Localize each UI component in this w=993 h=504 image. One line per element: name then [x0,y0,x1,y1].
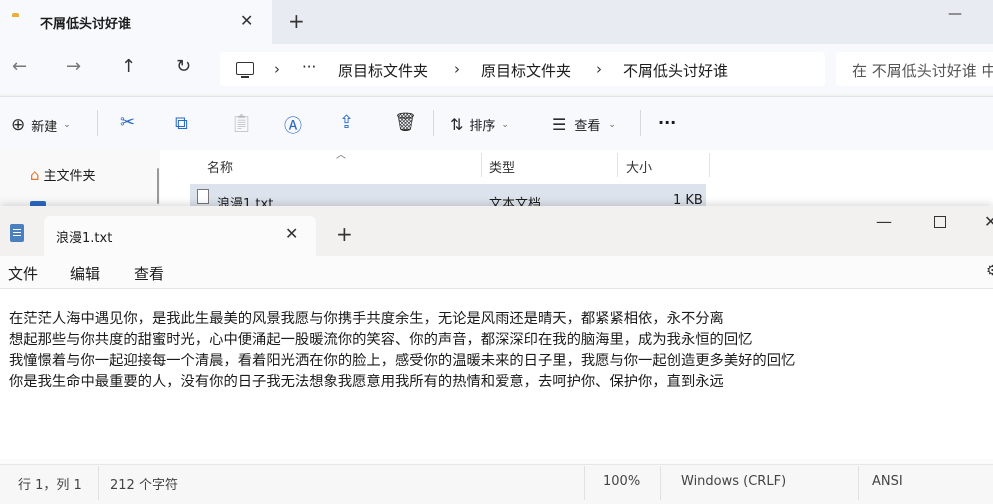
toolbar-divider [97,110,98,136]
column-divider[interactable] [617,153,618,177]
minimize-button[interactable]: — [876,212,892,231]
chevron-right-icon[interactable]: › [454,60,460,78]
add-circle-icon: ⊕ [11,115,26,135]
menu-edit[interactable]: 编辑 [70,263,100,284]
breadcrumb-item[interactable]: 原目标文件夹 [338,60,428,81]
chevron-right-icon[interactable]: › [596,60,602,78]
cursor-position: 行 1，列 1 [18,478,82,493]
editor-line: 在茫茫人海中遇见你，是我此生最美的风景我愿与你携手共度余生，无论是风雨还是晴天，… [9,311,724,327]
character-count: 212 个字符 [110,478,178,493]
chevron-right-icon: › [274,60,280,78]
sidebar-item-home[interactable]: ⌂ 主文件夹 [30,165,96,185]
rename-icon[interactable]: Ⓐ [284,112,302,138]
delete-icon[interactable]: 🗑︎ [394,112,417,133]
toolbar-divider [640,110,641,136]
text-file-icon [197,189,209,204]
column-divider[interactable] [481,153,482,177]
maximize-button[interactable] [934,216,946,228]
new-tab-button[interactable]: + [288,9,305,33]
breadcrumb-ellipsis[interactable]: ··· [302,58,316,76]
forward-arrow-icon[interactable]: → [66,56,81,77]
sort-arrow-icon: ︿ [336,150,346,161]
status-divider [858,466,859,500]
editor-line: 我憧憬着与你一起迎接每一个清晨，看着阳光洒在你的脸上，感受你的温暖未来的日子里，… [9,353,796,369]
encoding[interactable]: ANSI [872,474,903,489]
close-window-button[interactable]: ✕ [984,212,993,231]
this-pc-icon [236,62,254,75]
copy-icon[interactable]: ⧉ [175,113,188,134]
new-tab-button[interactable]: + [336,222,353,246]
search-placeholder: 在 不屑低头讨好谁 中 [852,62,993,80]
column-header-size[interactable]: 大小 [626,157,652,176]
monitor-stand-icon [241,76,249,78]
status-divider [660,466,661,500]
sort-label: 排序 [469,119,496,134]
view-list-icon: ☰ [552,115,567,134]
breadcrumb-item-current[interactable]: 不屑低头讨好谁 [623,60,728,81]
cut-icon[interactable]: ✂ [120,112,135,133]
zoom-level[interactable]: 100% [603,474,640,489]
status-divider [98,466,99,500]
paste-icon[interactable]: 📋︎ [230,113,253,134]
menu-file[interactable]: 文件 [8,263,38,284]
chevron-down-icon: ⌄ [63,120,71,130]
chevron-down-icon: ⌄ [501,119,509,130]
new-label: 新建 [31,119,58,135]
explorer-tab-title: 不屑低头讨好谁 [40,17,132,32]
home-icon: ⌂ [30,165,40,184]
more-options-button[interactable]: ··· [658,113,676,132]
back-arrow-icon[interactable]: ← [12,56,27,77]
menu-view[interactable]: 查看 [134,263,164,284]
line-ending[interactable]: Windows (CRLF) [681,474,786,489]
refresh-icon[interactable]: ↻ [176,56,191,77]
close-tab-icon[interactable]: ✕ [240,11,253,30]
column-divider[interactable] [709,153,710,177]
notepad-app-icon [10,224,24,242]
up-arrow-icon[interactable]: ↑ [121,56,136,77]
sort-button[interactable]: ⇅ 排序 ⌄ [450,115,509,134]
sidebar-scrollbar[interactable] [157,168,159,204]
column-header-name[interactable]: 名称 [207,157,233,176]
settings-gear-icon[interactable]: ⚙ [986,263,993,279]
share-icon[interactable]: ⇪ [339,112,354,133]
new-button[interactable]: ⊕ 新建 ⌄ [11,115,71,135]
toolbar-divider [433,110,434,136]
chevron-down-icon: ⌄ [608,119,616,130]
sort-icon: ⇅ [450,115,464,134]
editor-line: 你是我生命中最重要的人，没有你的日子我无法想象我愿意用我所有的热情和爱意，去呵护… [9,374,724,390]
editor-line: 想起那些与你共度的甜蜜时光，心中便涌起一股暖流你的笑容、你的声音，都深深印在我的… [9,332,753,348]
minimize-button[interactable]: — [948,6,962,22]
column-header-type[interactable]: 类型 [489,157,515,176]
view-label: 查看 [574,119,601,134]
view-button[interactable]: ☰ 查看 ⌄ [552,115,616,134]
status-divider [584,466,585,500]
sidebar-item-label: 主文件夹 [43,169,96,184]
breadcrumb-item[interactable]: 原目标文件夹 [481,60,571,81]
notepad-tab-title: 浪漫1.txt [56,231,113,246]
close-tab-icon[interactable]: ✕ [285,224,298,243]
